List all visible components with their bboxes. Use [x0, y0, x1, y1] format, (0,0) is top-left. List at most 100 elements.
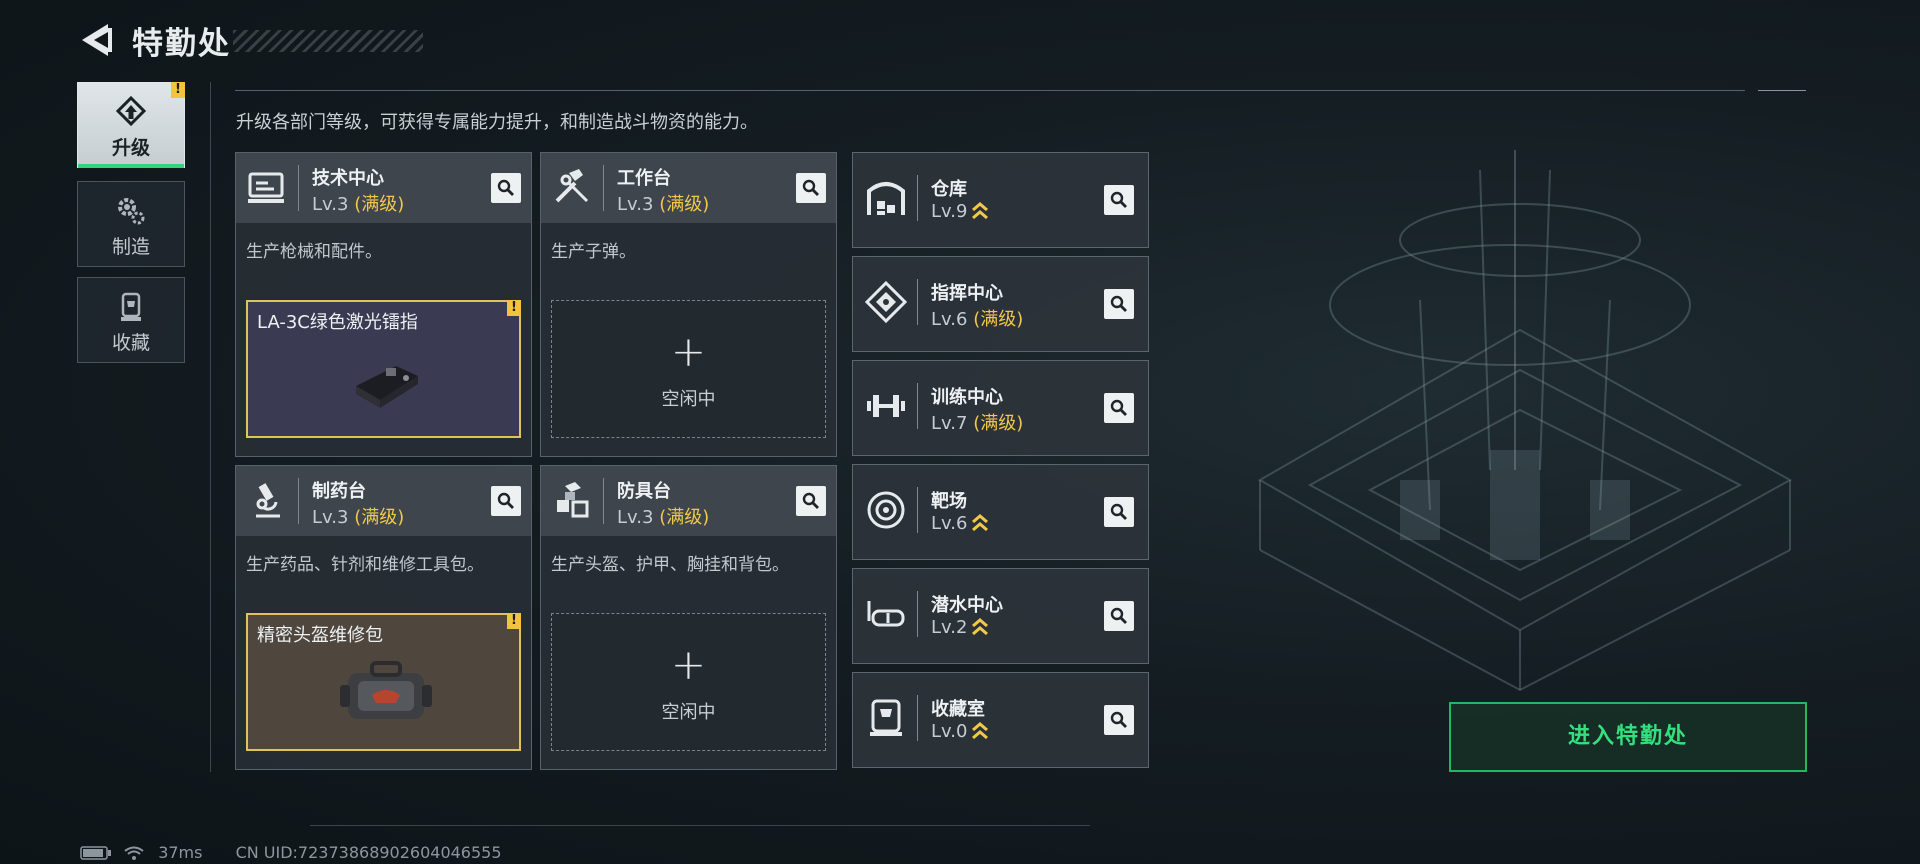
- search-icon: [802, 492, 819, 509]
- enter-base-button[interactable]: 进入特勤处: [1449, 702, 1807, 772]
- tab-collection[interactable]: 收藏: [77, 277, 185, 363]
- facility-level: Lv.6: [931, 513, 989, 534]
- icon-separator: [298, 165, 299, 211]
- facility-card-warehouse[interactable]: 仓库 Lv.9: [852, 152, 1149, 248]
- facility-level: Lv.6 (满级): [931, 305, 1023, 331]
- armor-boxes-icon: [557, 482, 589, 518]
- facility-card-training-center[interactable]: 训练中心 Lv.7 (满级): [852, 360, 1149, 456]
- facility-level: Lv.2: [931, 617, 989, 638]
- dept-level: Lv.3 (满级): [617, 190, 709, 216]
- ping-value: 37ms: [158, 843, 203, 862]
- level-value: Lv.9: [931, 201, 968, 222]
- facility-card-diving-center[interactable]: 潜水中心 Lv.2: [852, 568, 1149, 664]
- back-button[interactable]: [78, 20, 114, 60]
- dept-card-workbench: 工作台 Lv.3 (满级) 生产子弹。 + 空闲中: [540, 152, 837, 457]
- facility-card-shooting-range[interactable]: 靶场 Lv.6: [852, 464, 1149, 560]
- search-icon: [1110, 191, 1127, 208]
- dept-level: Lv.3 (满级): [312, 190, 404, 216]
- dept-card-pharmacy: 制药台 Lv.3 (满级) 生产药品、针剂和维修工具包。 精密头盔维修包 !: [235, 465, 532, 770]
- icon-separator: [917, 383, 918, 429]
- search-button[interactable]: [1104, 393, 1134, 423]
- production-slot-empty[interactable]: + 空闲中: [551, 613, 826, 751]
- player-uid: CN UID:72373868902604046555: [235, 843, 502, 862]
- status-bar: 37ms CN UID:72373868902604046555: [80, 842, 502, 864]
- upgrade-chevron-icon: [972, 618, 989, 636]
- tab-craft[interactable]: 制造: [77, 181, 185, 267]
- slot-alert-badge: !: [507, 300, 521, 316]
- search-button[interactable]: [491, 486, 521, 516]
- dept-header: 防具台 Lv.3 (满级): [541, 466, 836, 536]
- battery-icon: [80, 845, 111, 860]
- search-icon: [497, 179, 514, 196]
- search-button[interactable]: [1104, 185, 1134, 215]
- level-value: Lv.3: [617, 507, 654, 528]
- level-value: Lv.7: [931, 413, 968, 434]
- dept-header: 技术中心 Lv.3 (满级): [236, 153, 531, 223]
- tab-collection-label: 收藏: [111, 332, 150, 354]
- facility-level: Lv.7 (满级): [931, 409, 1023, 435]
- icon-separator: [917, 695, 918, 741]
- search-button[interactable]: [1104, 289, 1134, 319]
- max-level-tag: (满级): [354, 507, 405, 528]
- upgrade-chevron-icon: [972, 514, 989, 532]
- max-level-tag: (满级): [659, 507, 710, 528]
- production-slot[interactable]: 精密头盔维修包 !: [246, 613, 521, 751]
- search-icon: [1110, 295, 1127, 312]
- search-button[interactable]: [1104, 705, 1134, 735]
- search-button[interactable]: [491, 173, 521, 203]
- search-button[interactable]: [796, 173, 826, 203]
- tab-upgrade[interactable]: 升级 !: [77, 82, 185, 168]
- facility-name: 仓库: [931, 179, 967, 200]
- facility-card-command-center[interactable]: 指挥中心 Lv.6 (满级): [852, 256, 1149, 352]
- production-slot-empty[interactable]: + 空闲中: [551, 300, 826, 438]
- title-decoration: [233, 30, 423, 52]
- dept-description: 生产药品、针剂和维修工具包。: [246, 555, 484, 575]
- microscope-icon: [256, 483, 280, 518]
- back-arrow-icon: [82, 24, 112, 56]
- dept-name: 制药台: [312, 481, 366, 502]
- level-value: Lv.3: [312, 507, 349, 528]
- icon-separator: [298, 478, 299, 524]
- search-icon: [1110, 607, 1127, 624]
- slot-alert-badge: !: [507, 613, 521, 629]
- level-value: Lv.6: [931, 513, 968, 534]
- facility-card-collection-room[interactable]: 收藏室 Lv.0: [852, 672, 1149, 768]
- search-icon: [1110, 711, 1127, 728]
- dept-header: 制药台 Lv.3 (满级): [236, 466, 531, 536]
- search-icon: [497, 492, 514, 509]
- max-level-tag: (满级): [354, 194, 405, 215]
- search-button[interactable]: [1104, 497, 1134, 527]
- icon-separator: [603, 165, 604, 211]
- max-level-tag: (满级): [973, 309, 1024, 330]
- dept-name: 工作台: [617, 168, 671, 189]
- dept-description: 生产子弹。: [551, 242, 636, 262]
- search-button[interactable]: [1104, 601, 1134, 631]
- facility-level: Lv.0: [931, 721, 989, 742]
- facility-level: Lv.9: [931, 201, 989, 222]
- idle-label: 空闲中: [661, 389, 716, 410]
- top-divider: [235, 90, 1745, 91]
- page-description: 升级各部门等级，可获得专属能力提升，和制造战斗物资的能力。: [236, 112, 758, 133]
- upgrade-icon: [115, 95, 147, 127]
- production-slot[interactable]: LA-3C绿色激光镭指 !: [246, 300, 521, 438]
- tools-icon: [555, 169, 589, 203]
- vertical-divider: [210, 82, 211, 772]
- page-title: 特勤处: [132, 26, 231, 62]
- facility-name: 指挥中心: [931, 283, 1003, 304]
- max-level-tag: (满级): [659, 194, 710, 215]
- facility-name: 训练中心: [931, 387, 1003, 408]
- dept-name: 防具台: [617, 481, 671, 502]
- dept-card-armor-bench: 防具台 Lv.3 (满级) 生产头盔、护甲、胸挂和背包。 + 空闲中: [540, 465, 837, 770]
- upgrade-chevron-icon: [972, 722, 989, 740]
- search-button[interactable]: [796, 486, 826, 516]
- max-level-tag: (满级): [973, 413, 1024, 434]
- warehouse-icon: [867, 182, 905, 215]
- plus-icon: +: [670, 327, 707, 376]
- level-value: Lv.0: [931, 721, 968, 742]
- base-hologram-scene: [1257, 150, 1793, 692]
- monitor-icon: [248, 172, 284, 203]
- level-value: Lv.3: [617, 194, 654, 215]
- facility-name: 潜水中心: [931, 595, 1003, 616]
- target-icon: [867, 491, 905, 529]
- dept-header: 工作台 Lv.3 (满级): [541, 153, 836, 223]
